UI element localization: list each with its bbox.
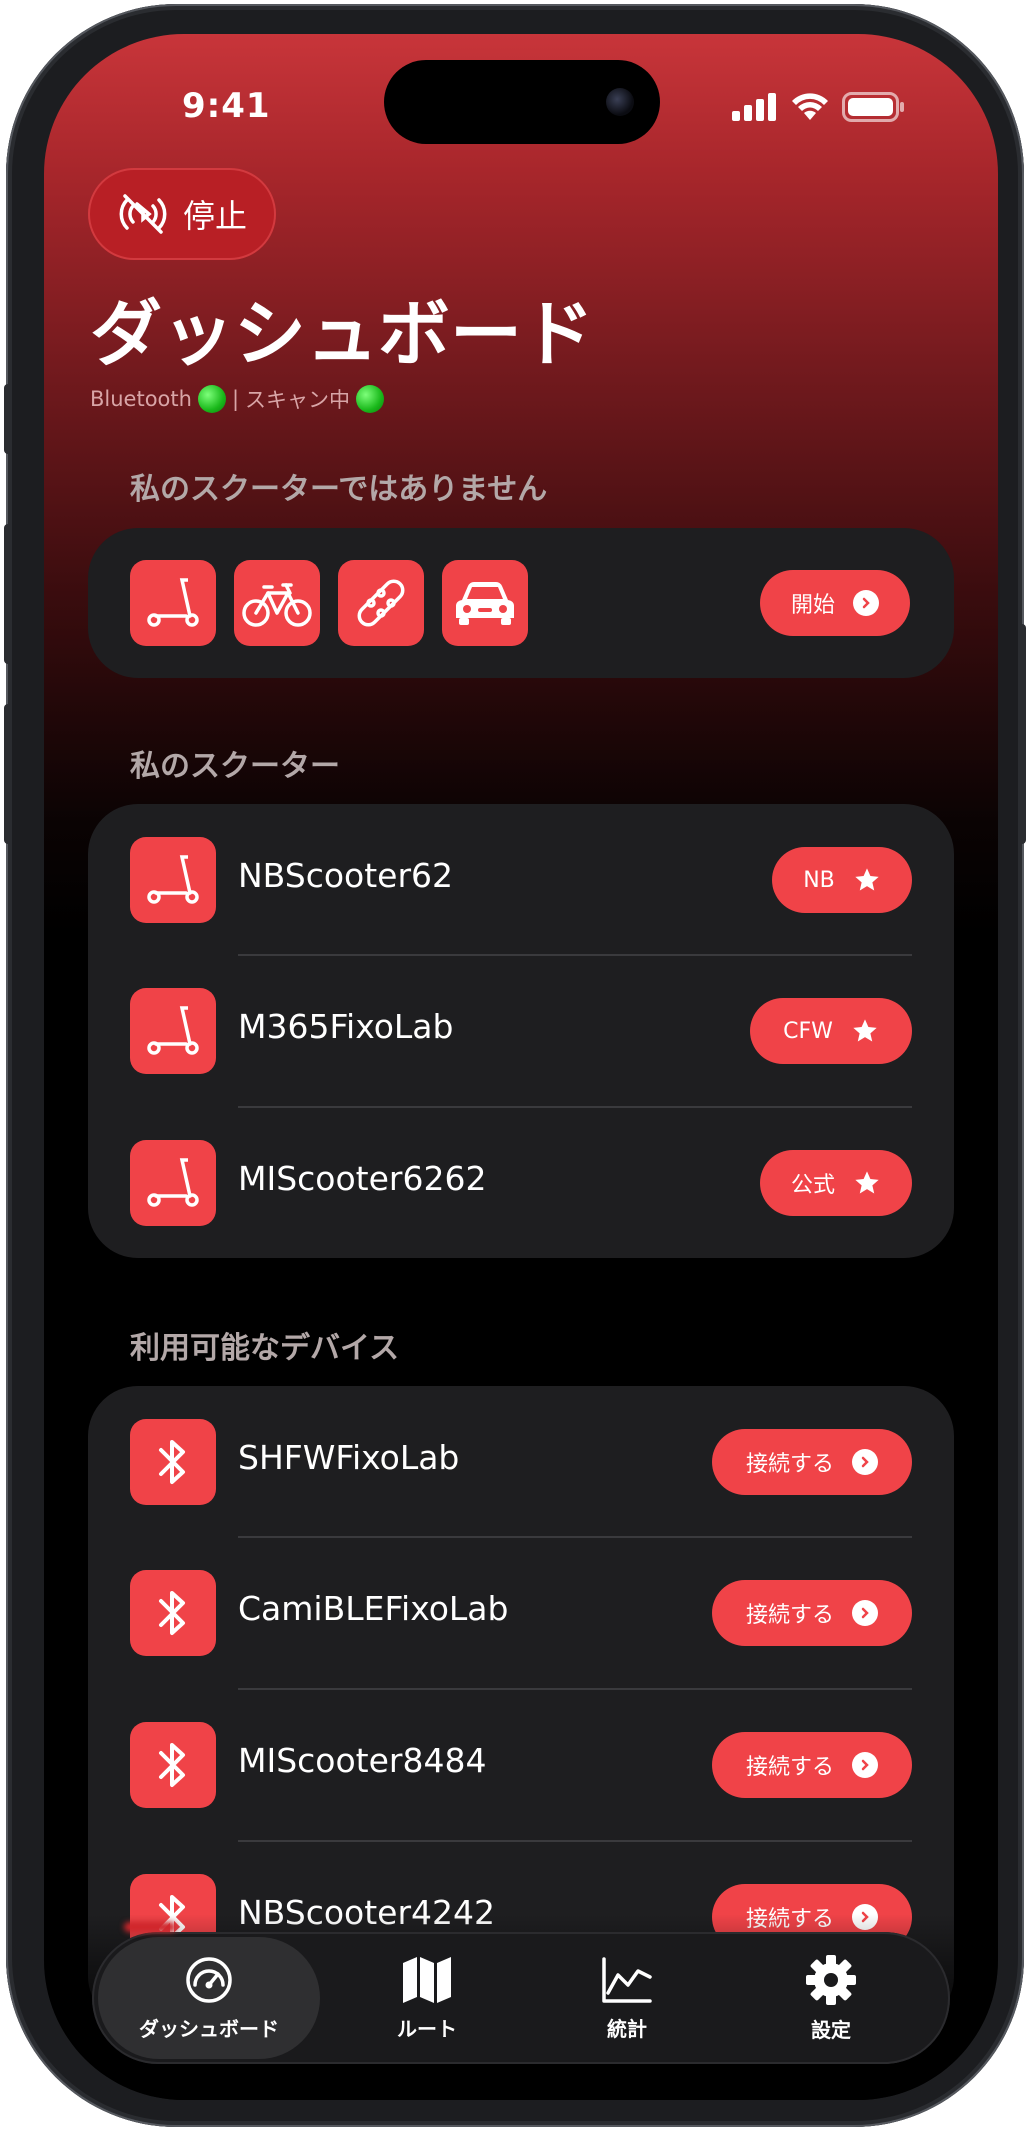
scooter-icon <box>147 578 199 627</box>
speedometer-icon <box>186 1956 232 2003</box>
firmware-badge[interactable]: 公式 <box>760 1150 912 1216</box>
scooter-icon <box>130 988 216 1074</box>
bluetooth-label: Bluetooth <box>90 387 192 411</box>
firmware-badge[interactable]: NB <box>772 847 912 913</box>
gear-icon <box>806 1954 856 2005</box>
firmware-badge-label: CFW <box>783 1018 833 1044</box>
tab-label: ルート <box>397 2016 457 2041</box>
chevron-right-icon <box>852 1600 878 1626</box>
bluetooth-status-dot <box>197 385 226 413</box>
vehicle-type-bicycle[interactable] <box>234 560 320 646</box>
vehicle-type-scooter[interactable] <box>130 560 216 646</box>
bluetooth-icon <box>130 1722 216 1808</box>
connection-status: Bluetooth | スキャン中 <box>90 384 385 414</box>
map-icon <box>403 1956 451 2003</box>
car-icon <box>456 582 514 625</box>
connect-button[interactable]: 接続する <box>712 1732 912 1798</box>
device-row[interactable]: MIScooter8484 接続する <box>88 1689 954 1840</box>
section-title-not-my-scooter: 私のスクーターではありません <box>130 472 548 507</box>
scan-status-dot <box>356 385 385 413</box>
tab-bar: ダッシュボード ルート 統計 設定 <box>92 1932 950 2064</box>
connect-button[interactable]: 接続する <box>712 1429 912 1495</box>
tab-dashboard[interactable]: ダッシュボード <box>98 1937 320 2059</box>
chevron-right-icon <box>853 590 879 616</box>
status-separator: | <box>231 387 240 411</box>
vehicle-type-card: 開始 <box>88 528 954 678</box>
device-name: MIScooter8484 <box>238 1741 487 1780</box>
bluetooth-icon <box>130 1570 216 1656</box>
cellular-signal-icon <box>732 93 776 121</box>
power-button <box>1018 624 1026 844</box>
chevron-right-icon <box>852 1752 878 1778</box>
status-icons <box>732 92 906 122</box>
device-name: CamiBLEFixoLab <box>238 1589 509 1628</box>
tab-stats[interactable]: 統計 <box>552 1932 702 2064</box>
chart-icon <box>602 1956 652 2003</box>
page-title: ダッシュボード <box>90 292 595 376</box>
scooter-name: NBScooter62 <box>238 856 454 895</box>
connect-button-label: 接続する <box>745 1755 834 1780</box>
device-name: SHFWFixoLab <box>238 1438 460 1477</box>
vehicle-type-skateboard[interactable] <box>338 560 424 646</box>
connect-button-label: 接続する <box>745 1452 834 1477</box>
start-button[interactable]: 開始 <box>760 570 910 636</box>
front-camera <box>606 88 634 116</box>
active-tab-glow <box>124 1922 176 1932</box>
device-row[interactable]: CamiBLEFixoLab 接続する <box>88 1537 954 1688</box>
bicycle-icon <box>242 583 312 627</box>
scooter-row[interactable]: MIScooter6262 公式 <box>88 1107 954 1258</box>
bluetooth-off-icon <box>119 194 167 234</box>
volume-down-button <box>4 704 12 844</box>
status-time: 9:41 <box>182 86 271 126</box>
phone-frame: 9:41 停止 ダッシュボード Bluetooth | スキャン中 私のスクータ… <box>4 4 1026 2127</box>
battery-icon <box>842 92 904 122</box>
firmware-badge-label: NB <box>803 867 835 893</box>
section-title-available-devices: 利用可能なデバイス <box>130 1331 400 1366</box>
scooter-row[interactable]: NBScooter62 NB <box>88 804 954 955</box>
connect-button[interactable]: 接続する <box>712 1580 912 1646</box>
stop-button-label: 停止 <box>182 197 247 235</box>
firmware-badge-label: 公式 <box>790 1173 835 1198</box>
screen: 9:41 停止 ダッシュボード Bluetooth | スキャン中 私のスクータ… <box>44 34 998 2100</box>
wifi-icon <box>792 93 828 120</box>
my-scooters-card: NBScooter62 NB M365FixoLab CFW MIScooter… <box>88 804 954 1258</box>
dynamic-island <box>384 60 660 144</box>
tab-label: 設定 <box>811 2017 851 2042</box>
scooter-row[interactable]: M365FixoLab CFW <box>88 955 954 1106</box>
scooter-icon <box>130 837 216 923</box>
bluetooth-icon <box>130 1419 216 1505</box>
skateboard-icon <box>357 579 405 627</box>
tab-route[interactable]: ルート <box>352 1932 502 2064</box>
tab-settings[interactable]: 設定 <box>756 1932 906 2064</box>
star-icon <box>855 868 879 891</box>
scooter-name: MIScooter6262 <box>238 1159 487 1198</box>
connect-button-label: 接続する <box>745 1603 834 1628</box>
scooter-name: M365FixoLab <box>238 1007 454 1046</box>
scooter-icon <box>130 1140 216 1226</box>
volume-up-button <box>4 524 12 664</box>
vehicle-type-car[interactable] <box>442 560 528 646</box>
tab-label: 統計 <box>607 2016 647 2041</box>
section-title-my-scooters: 私のスクーター <box>130 749 340 784</box>
scan-label: スキャン中 <box>245 388 351 412</box>
stop-scan-button[interactable]: 停止 <box>88 168 276 260</box>
mute-switch <box>4 384 12 454</box>
chevron-right-icon <box>852 1449 878 1475</box>
device-row[interactable]: SHFWFixoLab 接続する <box>88 1386 954 1537</box>
tab-label: ダッシュボード <box>139 2016 279 2041</box>
start-button-label: 開始 <box>790 593 835 618</box>
star-icon <box>855 1171 879 1194</box>
firmware-badge[interactable]: CFW <box>750 998 912 1064</box>
star-icon <box>853 1019 877 1042</box>
